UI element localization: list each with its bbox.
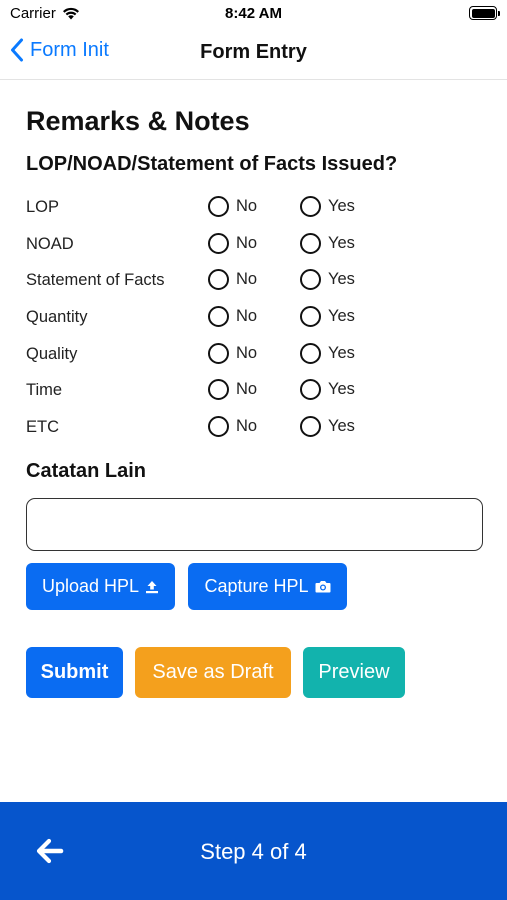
quantity-no-option[interactable]: No (208, 306, 257, 327)
radio-button[interactable] (208, 343, 229, 364)
radio-button[interactable] (208, 196, 229, 217)
radio-button[interactable] (300, 306, 321, 327)
save-draft-button[interactable]: Save as Draft (135, 647, 291, 698)
radio-row-quality: Quality No Yes (26, 339, 486, 369)
etc-no-option[interactable]: No (208, 416, 257, 437)
option-label-no: No (236, 234, 258, 252)
option-label-no: No (236, 197, 258, 215)
navigation-bar: Form Init Form Entry (0, 28, 507, 80)
radio-row-quantity: Quantity No Yes (26, 302, 486, 332)
row-label: Time (26, 381, 63, 399)
radio-button[interactable] (300, 416, 321, 437)
footer-bar: Step 4 of 4 (0, 802, 507, 900)
radio-row-noad: NOAD No Yes (26, 229, 486, 259)
option-label-no: No (236, 417, 258, 435)
time-no-option[interactable]: No (208, 379, 257, 400)
preview-button[interactable]: Preview (303, 647, 405, 698)
row-label: ETC (26, 418, 59, 436)
upload-hpl-button[interactable]: Upload HPL (26, 563, 175, 610)
question-heading: LOP/NOAD/Statement of Facts Issued? (26, 153, 398, 175)
option-label-yes: Yes (328, 417, 355, 435)
capture-hpl-button[interactable]: Capture HPL (188, 563, 347, 610)
radio-button[interactable] (208, 379, 229, 400)
radio-button[interactable] (208, 306, 229, 327)
option-label-yes: Yes (328, 270, 355, 288)
row-label: Statement of Facts (26, 271, 165, 289)
submit-button[interactable]: Submit (26, 647, 123, 698)
status-bar: Carrier 8:42 AM (0, 0, 507, 28)
radio-button[interactable] (300, 379, 321, 400)
row-label: LOP (26, 198, 60, 216)
notes-label: Catatan Lain (26, 460, 147, 482)
radio-button[interactable] (300, 196, 321, 217)
radio-row-etc: ETC No Yes (26, 412, 486, 442)
capture-hpl-label: Capture HPL (204, 576, 309, 596)
radio-button[interactable] (300, 343, 321, 364)
radio-button[interactable] (208, 416, 229, 437)
lop-yes-option[interactable]: Yes (300, 196, 355, 217)
radio-row-statement-of-facts: Statement of Facts No Yes (26, 265, 486, 295)
lop-no-option[interactable]: No (208, 196, 257, 217)
section-title: Remarks & Notes (26, 106, 250, 136)
upload-hpl-label: Upload HPL (41, 576, 140, 596)
statement-yes-option[interactable]: Yes (300, 269, 355, 290)
option-label-no: No (236, 270, 258, 288)
notes-input[interactable] (26, 498, 483, 551)
statement-no-option[interactable]: No (208, 269, 257, 290)
row-label: NOAD (26, 235, 74, 253)
radio-row-lop: LOP No Yes (26, 192, 486, 222)
option-label-no: No (236, 344, 258, 362)
option-label-yes: Yes (328, 344, 355, 362)
quality-yes-option[interactable]: Yes (300, 343, 355, 364)
radio-button[interactable] (300, 269, 321, 290)
radio-button[interactable] (208, 269, 229, 290)
option-label-yes: Yes (328, 380, 355, 398)
time-yes-option[interactable]: Yes (300, 379, 355, 400)
quality-no-option[interactable]: No (208, 343, 257, 364)
radio-button[interactable] (300, 233, 321, 254)
option-label-yes: Yes (328, 197, 355, 215)
camera-icon (315, 580, 331, 593)
option-label-yes: Yes (328, 234, 355, 252)
radio-row-time: Time No Yes (26, 375, 486, 405)
radio-button[interactable] (208, 233, 229, 254)
battery-icon (469, 6, 500, 20)
row-label: Quality (26, 345, 78, 363)
upload-icon (145, 580, 159, 594)
option-label-yes: Yes (328, 307, 355, 325)
row-label: Quantity (26, 308, 88, 326)
status-time: 8:42 AM (225, 5, 282, 22)
option-label-no: No (236, 307, 258, 325)
etc-yes-option[interactable]: Yes (300, 416, 355, 437)
page-title: Form Entry (200, 41, 307, 63)
quantity-yes-option[interactable]: Yes (300, 306, 355, 327)
step-indicator: Step 4 of 4 (200, 839, 307, 864)
option-label-no: No (236, 380, 258, 398)
noad-no-option[interactable]: No (208, 233, 257, 254)
noad-yes-option[interactable]: Yes (300, 233, 355, 254)
